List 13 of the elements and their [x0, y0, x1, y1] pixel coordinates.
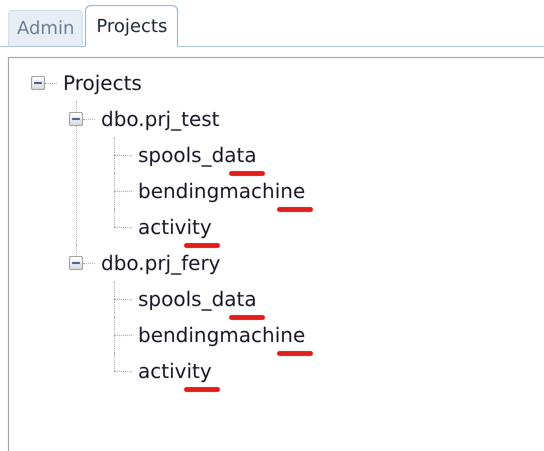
tree-item[interactable]: dbo.prj_fery	[101, 248, 221, 278]
tree-item[interactable]: spools_data	[138, 140, 257, 170]
tree-item[interactable]: bendingmachine	[138, 176, 306, 206]
tree-item[interactable]: dbo.prj_test	[101, 104, 220, 134]
expander-icon[interactable]	[69, 112, 83, 126]
expander-icon[interactable]	[31, 76, 45, 90]
tree-item[interactable]: spools_data	[138, 284, 257, 314]
tree-item[interactable]: Projects	[63, 68, 142, 98]
tree-item[interactable]: activity	[138, 212, 212, 242]
tree-item[interactable]: bendingmachine	[138, 320, 306, 350]
tree-item[interactable]: activity	[138, 356, 212, 386]
expander-icon[interactable]	[69, 256, 83, 270]
tab[interactable]: Projects	[85, 5, 178, 47]
